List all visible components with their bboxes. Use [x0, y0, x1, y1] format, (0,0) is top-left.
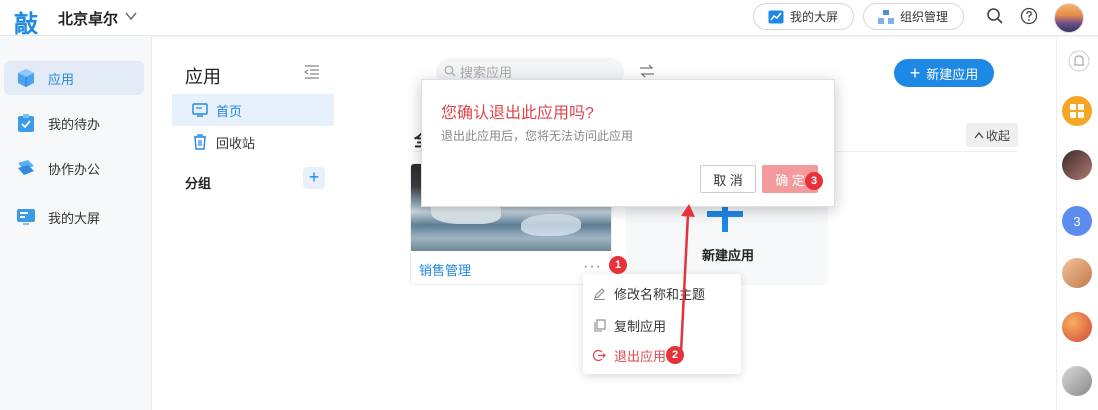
my-bigscreen-label: 我的大屏	[790, 10, 839, 24]
org-chart-icon	[878, 9, 894, 24]
dialog-title: 您确认退出此应用吗?	[441, 105, 594, 122]
panel-item-label: 回收站	[216, 135, 256, 151]
chevron-down-icon[interactable]	[125, 11, 137, 21]
plus-icon: +	[909, 63, 921, 83]
dialog-message: 退出此应用后，您将无法访问此应用	[441, 129, 634, 143]
monitor-outline-icon	[192, 103, 208, 117]
bell-icon[interactable]	[1068, 50, 1090, 72]
sidebar-item-bigscreen[interactable]: 我的大屏	[4, 200, 144, 234]
exit-icon	[593, 349, 606, 361]
search-icon	[444, 65, 456, 77]
menu-item-copy[interactable]: 复制应用	[583, 310, 741, 340]
left-sidebar: 应用 我的待办 协作办公 我的大屏	[0, 37, 152, 410]
user-avatar[interactable]	[1054, 3, 1084, 33]
org-manage-label: 组织管理	[900, 10, 949, 24]
contact-avatar[interactable]	[1062, 366, 1092, 396]
cancel-button[interactable]: 取 消	[700, 165, 756, 193]
app-panel: 应用 首页 回收站 分组	[152, 37, 342, 410]
top-bar: 敲 北京卓尔 我的大屏 组织管理	[0, 0, 1098, 39]
new-app-button[interactable]: + 新建应用	[894, 59, 994, 87]
sidebar-item-label: 应用	[48, 71, 75, 87]
menu-item-rename[interactable]: 修改名称和主题	[583, 278, 741, 308]
search-icon[interactable]	[986, 7, 1004, 25]
add-group-button[interactable]: +	[303, 167, 325, 189]
cover-ice-shape	[521, 214, 581, 236]
unread-count-badge[interactable]: 3	[1062, 206, 1092, 236]
exit-confirm-dialog: 您确认退出此应用吗? 退出此应用后，您将无法访问此应用 取 消 确 定	[421, 79, 835, 207]
panel-item-label: 首页	[216, 103, 243, 119]
grid-icon	[1070, 104, 1084, 118]
group-section-label: 分组	[185, 176, 212, 191]
help-icon[interactable]	[1020, 7, 1038, 25]
collaboration-icon	[18, 160, 34, 175]
monitor-icon	[17, 209, 35, 225]
chart-line-icon	[768, 10, 784, 23]
copy-icon	[594, 318, 606, 332]
trash-icon	[194, 134, 206, 150]
step-badge: 1	[609, 256, 627, 274]
step-badge: 3	[805, 172, 823, 190]
menu-item-exit-app[interactable]: 退出应用	[583, 340, 741, 370]
cube-icon	[18, 69, 34, 87]
step-badge: 2	[666, 346, 684, 364]
app-logo[interactable]: 敲	[14, 4, 38, 39]
panel-title: 应用	[185, 67, 221, 87]
collapse-button[interactable]: 收起	[966, 123, 1018, 147]
chevron-up-icon	[974, 131, 984, 139]
sidebar-item-todo[interactable]: 我的待办	[4, 106, 144, 140]
app-context-menu: 修改名称和主题 复制应用 退出应用	[583, 274, 741, 374]
menu-item-label: 复制应用	[614, 318, 667, 334]
todo-check-icon	[18, 114, 34, 132]
my-bigscreen-button[interactable]: 我的大屏	[753, 3, 854, 30]
sort-icon[interactable]	[639, 64, 655, 78]
contact-avatar[interactable]	[1062, 258, 1092, 288]
menu-item-label: 修改名称和主题	[614, 286, 706, 302]
apps-grid-icon[interactable]	[1062, 96, 1092, 126]
edit-icon	[594, 287, 605, 300]
collapse-panel-icon[interactable]	[304, 65, 320, 79]
panel-item-home[interactable]: 首页	[172, 94, 334, 126]
panel-item-recycle-bin[interactable]: 回收站	[172, 126, 334, 158]
new-app-label: 新建应用	[926, 66, 979, 82]
sidebar-item-label: 协作办公	[48, 161, 101, 177]
org-switcher-name[interactable]: 北京卓尔	[58, 8, 118, 29]
contact-avatar[interactable]	[1062, 312, 1092, 342]
app-card-name: 销售管理	[419, 263, 472, 278]
org-manage-button[interactable]: 组织管理	[863, 3, 964, 30]
collapse-label: 收起	[985, 128, 1010, 143]
new-app-card-label: 新建应用	[702, 248, 755, 263]
sidebar-item-apps[interactable]: 应用	[4, 61, 144, 95]
sidebar-item-label: 我的待办	[48, 116, 101, 132]
sidebar-item-label: 我的大屏	[48, 210, 101, 226]
menu-item-label: 退出应用	[614, 348, 667, 364]
sidebar-item-collaboration[interactable]: 协作办公	[4, 151, 144, 185]
contact-avatar[interactable]	[1062, 150, 1092, 180]
